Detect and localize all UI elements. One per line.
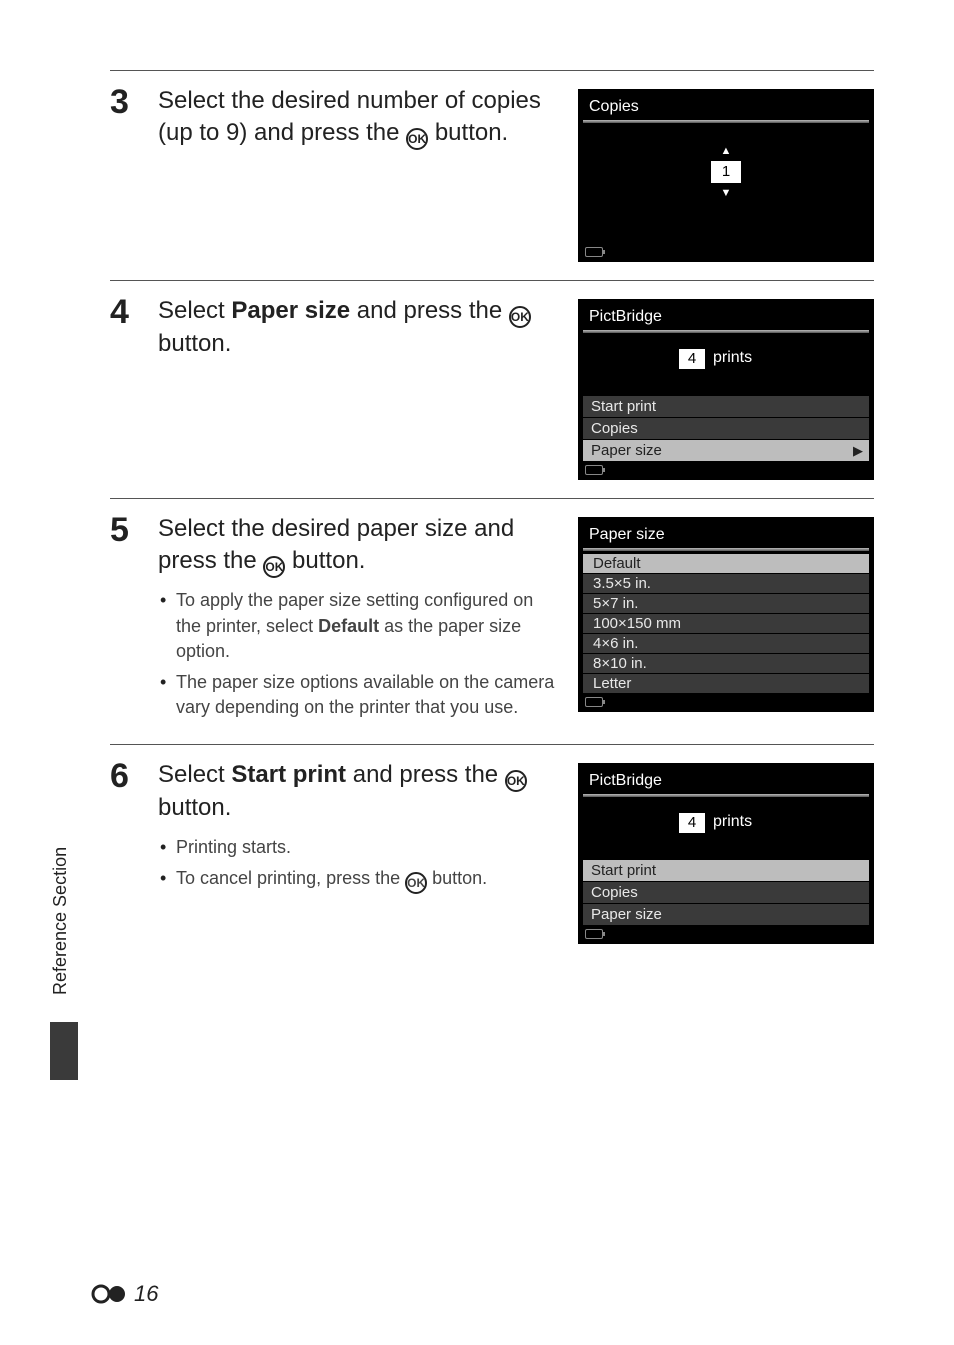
ok-icon: OK [505, 770, 527, 792]
menu-copies[interactable]: Copies [583, 881, 869, 903]
battery-icon [585, 697, 603, 707]
step-title: Select Start print and press the OK butt… [158, 759, 560, 824]
camera-screen-copies: Copies ▲ 1 ▼ [578, 89, 874, 262]
battery-icon [585, 465, 603, 475]
lcd-title: Copies [579, 96, 873, 120]
paper-option[interactable]: 5×7 in. [583, 593, 869, 613]
camera-screen-paper-size: Paper size Default 3.5×5 in. 5×7 in. 100… [578, 517, 874, 726]
menu-label: Paper size [591, 442, 662, 459]
text-bold: Default [318, 616, 379, 636]
step-number: 4 [110, 295, 158, 480]
link-icon [90, 1283, 130, 1305]
text: button. [428, 119, 508, 146]
bullet: The paper size options available on the … [158, 670, 560, 720]
text: button. [427, 868, 487, 888]
menu-start-print[interactable]: Start print [583, 395, 869, 417]
step-4: 4 Select Paper size and press the OK but… [110, 280, 874, 498]
text: button. [158, 330, 231, 357]
step-number: 6 [110, 759, 158, 944]
lcd-title: PictBridge [579, 306, 873, 330]
prints-count: 4 [679, 349, 705, 369]
text: and press the [346, 761, 505, 788]
text: Select [158, 761, 231, 788]
side-tab-marker [50, 1022, 78, 1080]
menu-start-print[interactable]: Start print [583, 859, 869, 881]
text: button. [285, 547, 365, 574]
step-number: 3 [110, 85, 158, 262]
text: button. [158, 794, 231, 821]
copies-value[interactable]: 1 [711, 161, 741, 183]
page-number: 16 [134, 1281, 158, 1307]
bullet: Printing starts. [158, 835, 560, 860]
paper-option[interactable]: 100×150 mm [583, 613, 869, 633]
prints-label: prints [713, 813, 752, 831]
lcd-title: PictBridge [579, 770, 873, 794]
paper-option[interactable]: 3.5×5 in. [583, 573, 869, 593]
paper-option[interactable]: 8×10 in. [583, 653, 869, 673]
step-body: Select the desired number of copies (up … [158, 85, 578, 262]
arrow-up-icon[interactable]: ▲ [721, 145, 732, 157]
battery-icon [585, 247, 603, 257]
text: and press the [350, 297, 509, 324]
paper-option[interactable]: Letter [583, 673, 869, 693]
step-title: Select the desired number of copies (up … [158, 85, 560, 150]
camera-screen-pictbridge-start: PictBridge 4 prints Start print Copies P… [578, 763, 874, 944]
step-body: Select Start print and press the OK butt… [158, 759, 578, 944]
step-body: Select the desired paper size and press … [158, 513, 578, 726]
text: To cancel printing, press the [176, 868, 405, 888]
bullet: To apply the paper size setting configur… [158, 588, 560, 664]
side-tab-label: Reference Section [50, 826, 71, 1016]
step-body: Select Paper size and press the OK butto… [158, 295, 578, 480]
step-title: Select Paper size and press the OK butto… [158, 295, 560, 360]
text-bold: Paper size [231, 297, 350, 324]
menu-copies[interactable]: Copies [583, 417, 869, 439]
arrow-down-icon[interactable]: ▼ [721, 187, 732, 199]
menu-paper-size[interactable]: Paper size ▶ [583, 439, 869, 461]
divider [583, 794, 869, 797]
prints-count: 4 [679, 813, 705, 833]
chevron-right-icon: ▶ [853, 443, 863, 459]
divider [583, 548, 869, 551]
text-bold: Start print [231, 761, 346, 788]
step-5: 5 Select the desired paper size and pres… [110, 498, 874, 744]
text: Select [158, 297, 231, 324]
step-number: 5 [110, 513, 158, 726]
prints-label: prints [713, 349, 752, 367]
divider [583, 330, 869, 333]
paper-option-default[interactable]: Default [583, 553, 869, 573]
page-footer: 16 [90, 1281, 158, 1307]
ok-icon: OK [406, 128, 428, 150]
battery-icon [585, 929, 603, 939]
step-title: Select the desired paper size and press … [158, 513, 560, 578]
paper-option[interactable]: 4×6 in. [583, 633, 869, 653]
menu-paper-size[interactable]: Paper size [583, 903, 869, 925]
camera-screen-pictbridge: PictBridge 4 prints Start print Copies P… [578, 299, 874, 480]
ok-icon: OK [509, 306, 531, 328]
ok-icon: OK [405, 872, 427, 894]
lcd-title: Paper size [579, 524, 873, 548]
side-tab: Reference Section [50, 826, 80, 1046]
ok-icon: OK [263, 556, 285, 578]
step-3: 3 Select the desired number of copies (u… [110, 70, 874, 280]
bullet: To cancel printing, press the OK button. [158, 866, 560, 894]
step-6: 6 Select Start print and press the OK bu… [110, 744, 874, 962]
